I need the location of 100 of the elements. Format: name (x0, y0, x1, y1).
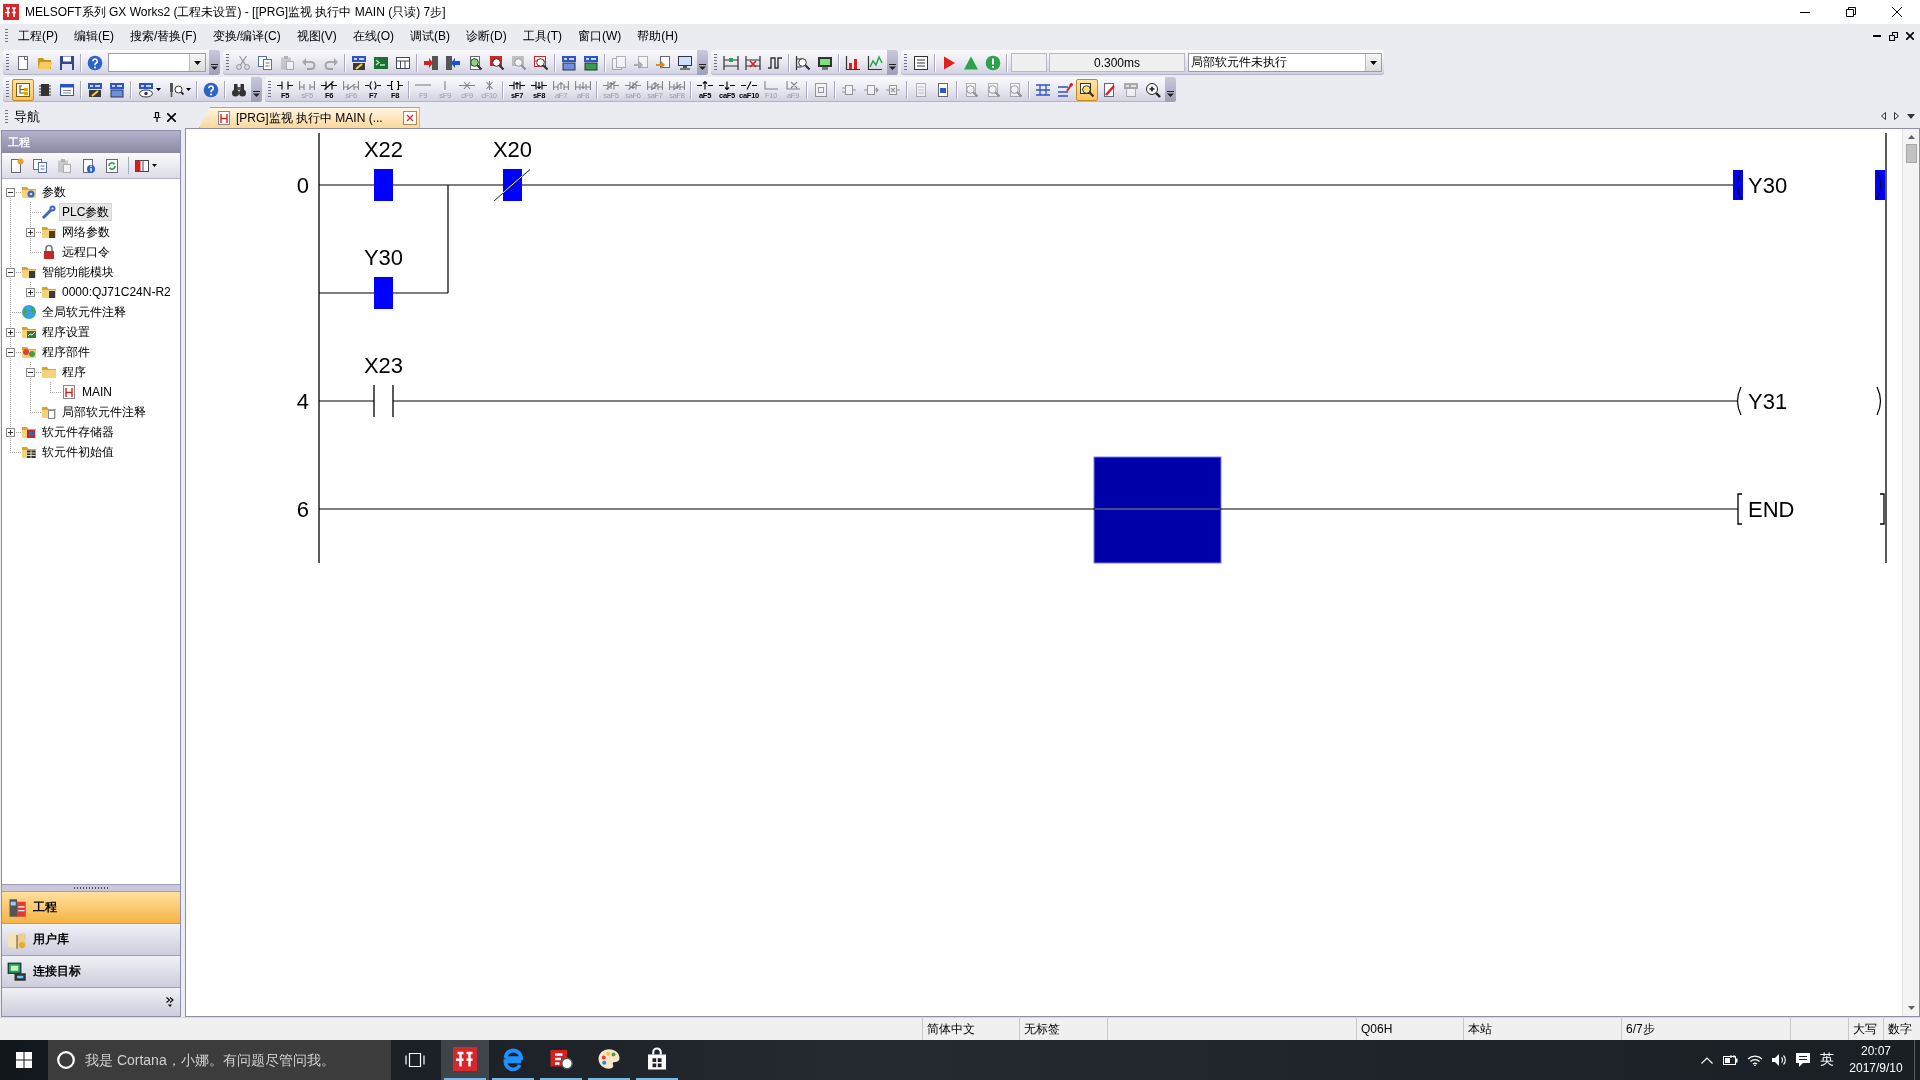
expand-icon[interactable] (26, 227, 35, 237)
toolbar-options-button[interactable] (251, 77, 262, 102)
toolbar-grip[interactable] (226, 54, 229, 71)
vertical-scrollbar[interactable] (1902, 129, 1919, 1016)
toolbar-grip[interactable] (714, 54, 717, 71)
menu-item[interactable]: 帮助(H) (629, 25, 686, 47)
expand-icon[interactable] (6, 427, 15, 437)
toolbar-options-button[interactable] (209, 50, 220, 75)
menu-item[interactable]: 搜索/替换(F) (122, 25, 205, 47)
folder-with-badge-icon (21, 344, 37, 360)
folder-with-block-icon (41, 224, 57, 240)
toolbar-options-button[interactable] (697, 50, 708, 75)
close-icon[interactable] (167, 112, 176, 122)
restore-icon[interactable] (1889, 31, 1898, 41)
toolbar-options-button[interactable] (887, 50, 898, 75)
navigation-view-tab[interactable]: 工程 (2, 891, 180, 923)
tree-item[interactable]: 程序部件 (39, 343, 93, 361)
navigation-view-tab[interactable]: 连接目标 (2, 955, 180, 987)
double-chevron-icon[interactable] (166, 997, 174, 1007)
collapse-icon[interactable] (6, 187, 15, 197)
toolbar-button[interactable] (12, 78, 34, 101)
palette-icon (597, 1047, 621, 1071)
expand-icon[interactable] (6, 327, 15, 337)
window-columns-icon (134, 157, 150, 174)
tag-and-screen-icon (109, 81, 125, 98)
toolbar-grip[interactable] (268, 81, 271, 98)
pen-over-page-icon (1101, 81, 1117, 98)
chevron-up-icon[interactable] (1701, 1056, 1713, 1064)
toolbar-grip[interactable] (6, 81, 9, 98)
globe-icon (21, 304, 37, 320)
magnifier-over-chart-icon (1079, 81, 1095, 98)
menu-grip[interactable] (5, 29, 8, 43)
framed-box-icon (813, 81, 829, 98)
toolbar-options-button[interactable] (1165, 77, 1176, 102)
tree-item[interactable]: 0000:QJ71C24N-R2 (59, 283, 174, 301)
menu-item[interactable]: 调试(B) (402, 25, 458, 47)
menu-item[interactable]: 窗口(W) (570, 25, 630, 47)
dropdown-field[interactable] (108, 53, 206, 72)
caret-left-icon[interactable] (1881, 112, 1886, 120)
tree-item[interactable]: 全局软元件注释 (39, 303, 129, 321)
step-number: 4 (296, 389, 309, 414)
menu-item[interactable]: 变换/编译(C) (204, 25, 289, 47)
tree-item[interactable]: 软元件存储器 (39, 423, 117, 441)
notification-icon[interactable] (1795, 1052, 1811, 1068)
tag-and-eye-icon (137, 81, 154, 98)
caret-down-icon[interactable] (1907, 113, 1915, 119)
time-readout-field: 0.300ms (1049, 53, 1185, 72)
tree-item[interactable]: 局部软元件注释 (59, 403, 149, 421)
ladder-with-mark-icon (723, 54, 739, 71)
menu-item[interactable]: 编辑(E) (66, 25, 122, 47)
collapse-icon[interactable] (6, 267, 15, 277)
document-tab[interactable]: [PRG]监视 执行中 MAIN (... (199, 107, 420, 128)
dropdown-field[interactable]: 局部软元件未执行 (1188, 53, 1382, 72)
speaker-icon[interactable] (1771, 1053, 1787, 1067)
tree-item[interactable]: 网络参数 (59, 223, 113, 241)
tree-item[interactable]: 远程口令 (59, 243, 113, 261)
clock-time[interactable]: 20:07 (1861, 1043, 1891, 1060)
menu-item[interactable]: 诊断(D) (458, 25, 515, 47)
battery-plug-icon[interactable] (1722, 1054, 1740, 1066)
splitter-handle[interactable] (2, 884, 180, 891)
wifi-icon[interactable] (1747, 1054, 1763, 1066)
menu-item[interactable]: 工程(P) (10, 25, 66, 47)
tree-item[interactable]: 程序 (59, 363, 89, 381)
tree-item[interactable]: 智能功能模块 (39, 263, 117, 281)
navigation-view-tab[interactable]: 用户库 (2, 923, 180, 955)
scrollbar-thumb[interactable] (1905, 144, 1917, 163)
caret-right-icon[interactable] (1894, 112, 1899, 120)
computer-monitor-icon (677, 54, 693, 71)
menu-item[interactable]: 工具(T) (514, 25, 570, 47)
clock-date[interactable]: 2017/9/10 (1849, 1060, 1903, 1077)
collapse-icon[interactable] (6, 347, 15, 357)
expand-icon[interactable] (26, 287, 35, 297)
input-mode-indicator[interactable]: 英 (1815, 1051, 1839, 1069)
close-icon[interactable] (1906, 32, 1914, 40)
windows-logo-icon[interactable] (16, 1052, 32, 1068)
toolbar-grip[interactable] (904, 54, 907, 71)
toolbar-grip[interactable] (6, 54, 9, 71)
panel-grip[interactable] (5, 110, 8, 124)
folder-with-chart-icon (21, 324, 37, 340)
label-indicator: 无标签 (1024, 1020, 1060, 1038)
menu-item[interactable]: 视图(V) (288, 25, 345, 47)
tree-item[interactable]: 参数 (39, 183, 69, 201)
tree-item[interactable]: 程序设置 (39, 323, 93, 341)
task-view-icon[interactable] (405, 1053, 425, 1067)
caret-down-icon[interactable] (1907, 1006, 1915, 1010)
clipboard-icon (279, 54, 295, 71)
delete-vertical-line-icon (485, 80, 493, 90)
cpu-model-indicator: Q06H (1361, 1022, 1393, 1036)
menu-item[interactable]: 在线(O) (344, 25, 402, 47)
tree-item[interactable]: MAIN (79, 383, 115, 401)
toolbar-button[interactable] (1076, 78, 1098, 101)
vertical-line-icon (444, 80, 446, 90)
falling-edge-contact-icon (531, 80, 547, 90)
collapse-icon[interactable] (26, 367, 35, 377)
tree-item[interactable]: PLC参数 (59, 203, 113, 221)
pin-icon[interactable] (153, 112, 161, 122)
tree-item[interactable]: 软元件初始值 (39, 443, 117, 461)
caret-up-icon[interactable] (1907, 135, 1915, 139)
probe-and-magnifier-icon (167, 81, 184, 98)
taskbar-app-button[interactable] (441, 1040, 489, 1080)
